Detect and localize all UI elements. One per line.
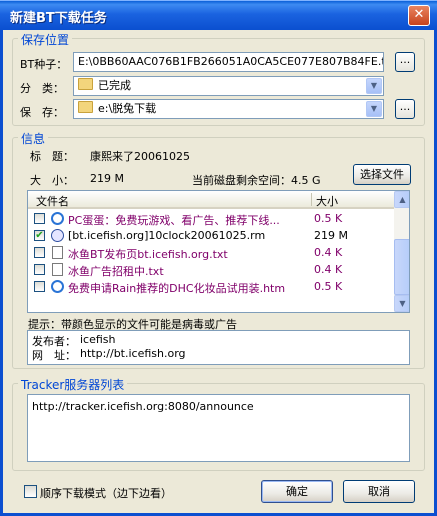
file-size: 0.5 K [314, 280, 343, 293]
file-size: 0.5 K [314, 212, 343, 225]
ie-page-icon [51, 212, 64, 225]
save-path-select[interactable]: e:\脱兔下载 ▼ [73, 99, 384, 119]
file-checkbox-checked[interactable]: ✔ [34, 230, 45, 241]
torrent-file-icon [51, 229, 64, 242]
task-size-label: 大 小： [30, 174, 74, 187]
file-checkbox[interactable] [34, 247, 45, 258]
task-title-value: 康熙来了20061025 [90, 150, 190, 163]
file-checkbox[interactable] [34, 213, 45, 224]
save-location-legend: 保存位置 [18, 31, 73, 48]
browse-save-button[interactable]: ... [395, 99, 415, 119]
close-icon: ✕ [413, 7, 425, 22]
seed-path-field[interactable]: E:\0BB60AAC076B1FB266051A0CA5CE077E807B8… [73, 52, 384, 72]
category-value: 已完成 [98, 79, 131, 92]
site-label: 网 址： [32, 349, 76, 362]
publisher-info-box[interactable]: 发布者： icefish 网 址： http://bt.icefish.org [27, 330, 410, 365]
seed-label: BT种子： [20, 58, 68, 71]
ie-page-icon [51, 280, 64, 293]
column-separator [311, 193, 312, 206]
tracker-list-box[interactable]: http://tracker.icefish.org:8080/announce [27, 394, 410, 462]
window-title: 新建BT下载任务 [10, 11, 107, 26]
file-list-scrollbar[interactable]: ▲ ▼ [394, 191, 409, 312]
file-checkbox[interactable] [34, 281, 45, 292]
site-value: http://bt.icefish.org [80, 347, 186, 360]
file-name: PC蛋蛋：免费玩游戏、看广告、推荐下线... [68, 214, 280, 227]
save-path-label: 保 存： [20, 106, 64, 119]
chevron-down-icon[interactable]: ▼ [366, 78, 382, 94]
file-row[interactable]: 冰鱼BT发布页bt.icefish.org.txt 0.4 K [28, 245, 394, 262]
category-select[interactable]: 已完成 ▼ [73, 76, 384, 96]
file-size: 219 M [314, 229, 348, 242]
file-size: 0.4 K [314, 263, 343, 276]
file-row[interactable]: 冰鱼广告招租中.txt 0.4 K [28, 262, 394, 279]
file-row[interactable]: PC蛋蛋：免费玩游戏、看广告、推荐下线... 0.5 K [28, 211, 394, 228]
file-size: 0.4 K [314, 246, 343, 259]
ok-button[interactable]: 确定 [261, 480, 333, 503]
tracker-legend: Tracker服务器列表 [18, 376, 128, 393]
category-label: 分 类： [20, 82, 64, 95]
file-row[interactable]: 免费申请Rain推荐的DHC化妆品试用装.htm 0.5 K [28, 279, 394, 296]
browse-seed-button[interactable]: ... [395, 52, 415, 72]
close-button[interactable]: ✕ [408, 5, 430, 26]
scroll-up-icon[interactable]: ▲ [394, 191, 409, 208]
save-path-value: e:\脱兔下载 [98, 102, 157, 115]
file-name: 冰鱼BT发布页bt.icefish.org.txt [68, 248, 228, 261]
sequential-download-checkbox[interactable] [24, 485, 37, 498]
task-size-value: 219 M [90, 172, 124, 185]
folder-icon [78, 101, 93, 113]
file-name: 冰鱼广告招租中.txt [68, 265, 164, 278]
task-title-label: 标 题： [30, 150, 74, 163]
chevron-down-icon[interactable]: ▼ [366, 101, 382, 117]
scroll-down-icon[interactable]: ▼ [394, 295, 409, 312]
title-bar: 新建BT下载任务 ✕ [0, 0, 437, 30]
disk-free-space: 当前磁盘剩余空间：4.5 G [192, 174, 321, 187]
publisher-value: icefish [80, 333, 116, 346]
scroll-thumb[interactable] [394, 239, 409, 295]
file-checkbox[interactable] [34, 264, 45, 275]
cancel-button[interactable]: 取消 [343, 480, 415, 503]
file-name: [bt.icefish.org]10clock20061025.rm [68, 229, 266, 242]
text-file-icon [52, 246, 63, 259]
file-row[interactable]: ✔ [bt.icefish.org]10clock20061025.rm 219… [28, 228, 394, 245]
tracker-url: http://tracker.icefish.org:8080/announce [32, 400, 254, 413]
file-list[interactable]: 文件名 大小 PC蛋蛋：免费玩游戏、看广告、推荐下线... 0.5 K ✔ [b… [27, 190, 410, 313]
column-header-name[interactable]: 文件名 [36, 193, 69, 209]
choose-files-button[interactable]: 选择文件 [353, 164, 411, 185]
sequential-download-label: 顺序下载模式（边下边看） [40, 487, 172, 500]
column-header-size[interactable]: 大小 [316, 193, 338, 209]
file-name: 免费申请Rain推荐的DHC化妆品试用装.htm [68, 282, 286, 295]
text-file-icon [52, 263, 63, 276]
info-legend: 信息 [18, 130, 49, 147]
folder-icon [78, 78, 93, 90]
window-frame-left [0, 30, 3, 516]
file-list-header: 文件名 大小 [28, 191, 394, 209]
